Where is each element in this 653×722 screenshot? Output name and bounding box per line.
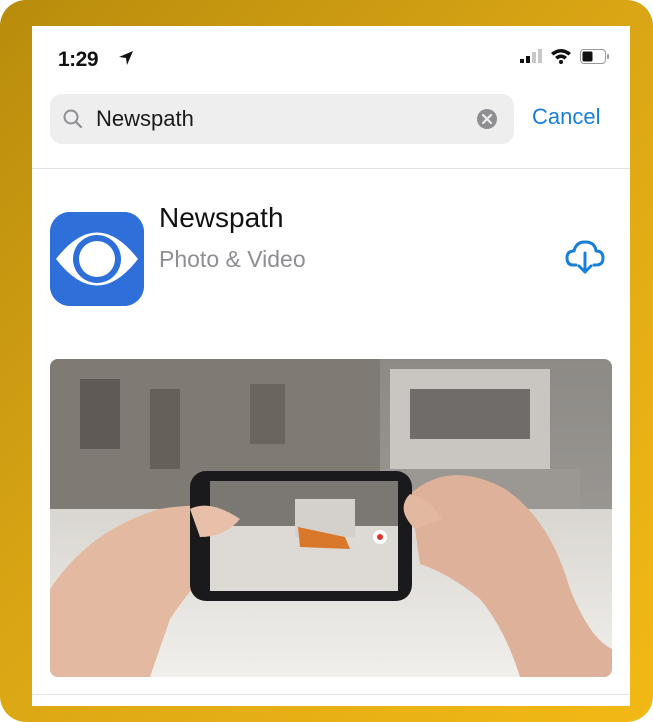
gold-frame: 1:29 Newspath Cancel Newspath Photo & Vi… [0, 0, 653, 722]
wifi-icon [550, 48, 572, 69]
status-time: 1:29 [58, 48, 99, 71]
cloud-download-icon[interactable] [565, 239, 605, 280]
cellular-signal-icon [520, 49, 542, 68]
location-arrow-icon [118, 50, 134, 71]
app-screenshot-preview[interactable] [50, 359, 612, 677]
divider [32, 168, 630, 169]
status-bar: 1:29 [32, 26, 630, 88]
search-field[interactable]: Newspath [50, 94, 514, 144]
search-query[interactable]: Newspath [96, 106, 194, 132]
cancel-button[interactable]: Cancel [532, 104, 600, 130]
status-icons [520, 48, 610, 69]
divider [32, 694, 630, 695]
preview-image [50, 359, 612, 677]
app-icon[interactable] [50, 212, 144, 306]
clear-search-icon[interactable] [476, 108, 498, 135]
phone-screen: 1:29 Newspath Cancel Newspath Photo & Vi… [32, 26, 630, 706]
battery-icon [580, 48, 610, 69]
cbs-eye-logo [50, 212, 144, 306]
search-icon [62, 108, 84, 135]
app-name[interactable]: Newspath [159, 202, 284, 234]
app-category: Photo & Video [159, 246, 306, 272]
